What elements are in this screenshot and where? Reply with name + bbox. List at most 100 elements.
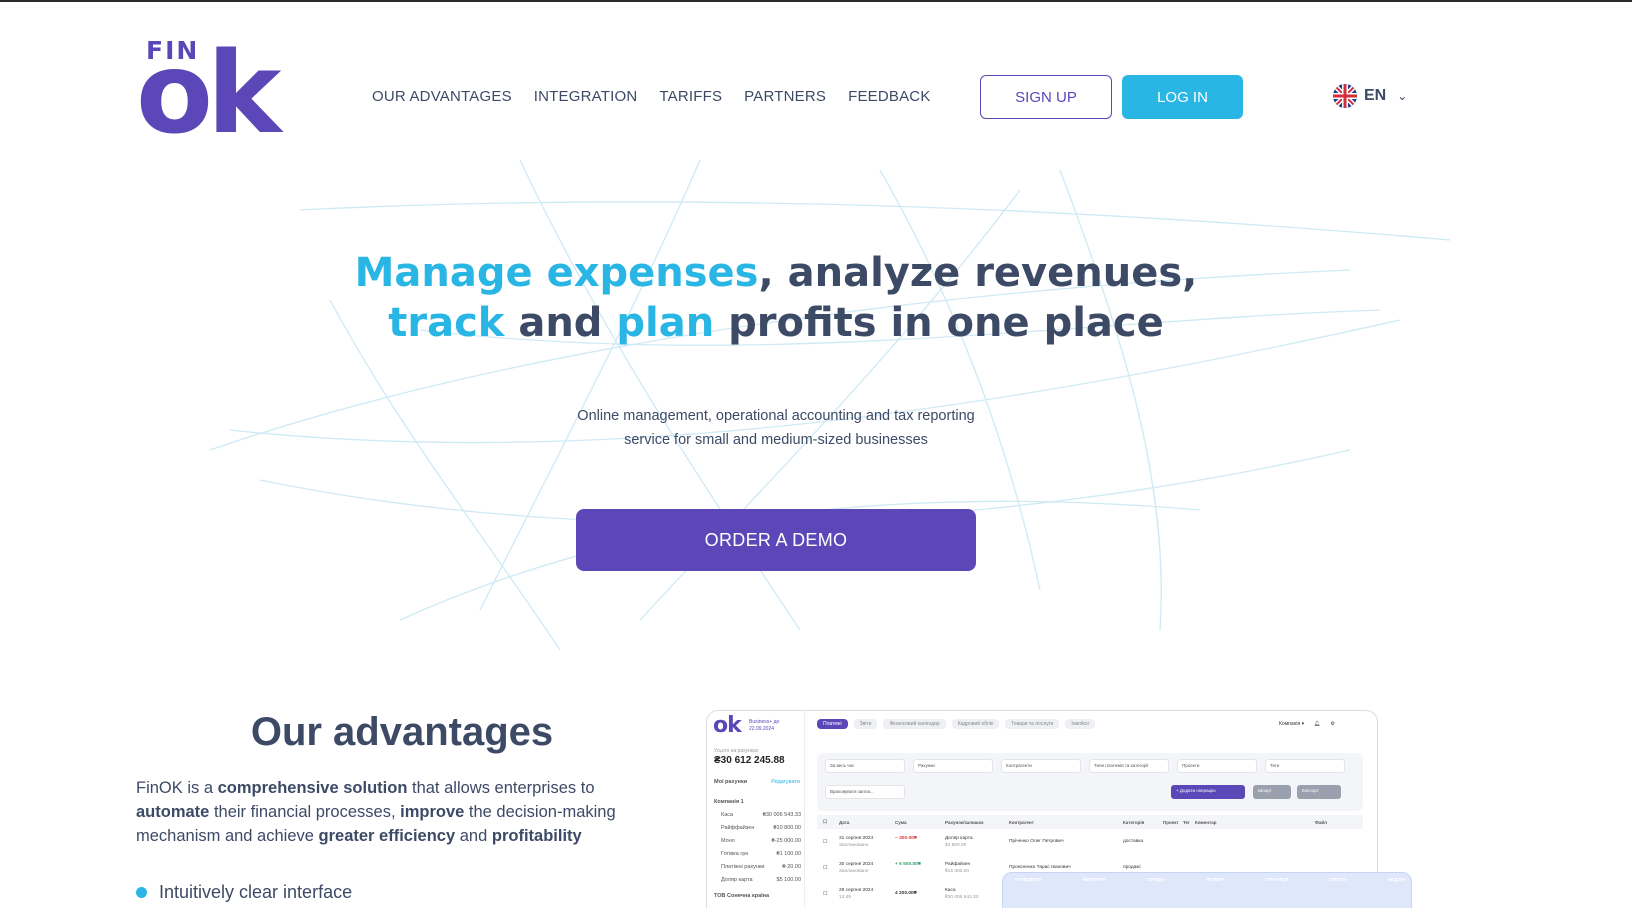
app-balance: ₴30 612 245.88	[714, 755, 785, 766]
language-selector[interactable]: EN ⌄	[1333, 84, 1407, 108]
nav-our-advantages[interactable]: OUR ADVANTAGES	[372, 88, 512, 105]
row-account-balance: $4 800.00	[945, 843, 967, 848]
gear-icon: ⚙	[1330, 721, 1335, 727]
row-status: Заплановано	[839, 843, 869, 848]
hero-title: Manage expenses, analyze revenues, track…	[300, 248, 1252, 348]
row-status: 12:48	[839, 895, 852, 900]
chevron-down-icon: ⌄	[1397, 89, 1408, 103]
bullet-dot-icon	[136, 887, 147, 898]
nav-integration[interactable]: INTEGRATION	[534, 88, 638, 105]
app-filter: Проекти	[1177, 759, 1257, 773]
top-border	[0, 0, 1632, 2]
sign-up-button[interactable]: SIGN UP	[980, 75, 1112, 119]
hero-subtitle: Online management, operational accountin…	[540, 404, 1012, 452]
uk-flag-icon	[1333, 84, 1357, 108]
nav-tariffs[interactable]: TARIFFS	[659, 88, 722, 105]
app-import-button: Імпорт	[1253, 785, 1291, 799]
app-tab: Кадровий облік	[951, 719, 1000, 729]
desc-part: FinOK is a	[136, 779, 218, 797]
calendar-day: ВІВТОРОК	[1082, 877, 1106, 882]
app-filter: За весь час	[825, 759, 905, 773]
app-account-row: Платіжні рахунки ₴-20.00	[721, 864, 801, 870]
desc-part: improve	[400, 803, 465, 821]
hero-title-part: profits in one place	[714, 300, 1164, 346]
calendar-day: СУБОТА	[1328, 877, 1348, 882]
desc-part: profitability	[491, 827, 582, 845]
row-sum: − 300.00₴	[895, 836, 918, 841]
advantage-bullet: Intuitively clear interface	[136, 882, 352, 903]
hero-title-part: track	[388, 300, 505, 346]
app-tab: Звіти	[853, 719, 878, 729]
main-nav: OUR ADVANTAGES INTEGRATION TARIFFS PARTN…	[372, 88, 931, 105]
app-company-select: Компанія ▾	[1279, 721, 1305, 727]
app-filter: Рахунки	[913, 759, 993, 773]
app-table-header: ☐ Дата Сума Рахунок/залишок Контрагент К…	[817, 815, 1363, 829]
app-col-header: Рахунок/залишок	[945, 819, 984, 825]
app-tab: Інвойси	[1065, 719, 1095, 729]
row-sum: + 5 500.00₴	[895, 862, 922, 867]
app-filter: Контрагенти	[1001, 759, 1081, 773]
nav-feedback[interactable]: FEEDBACK	[848, 88, 930, 105]
language-code: EN	[1364, 87, 1387, 104]
checkbox-icon: ☐	[823, 866, 828, 871]
row-category: доставка	[1123, 839, 1144, 844]
calendar-day: НЕДІЛЯ	[1387, 877, 1405, 882]
app-account-row: Готівка грн ₴1 100.00	[721, 851, 801, 857]
checkbox-icon: ☐	[823, 840, 828, 845]
app-tab: Фінансовий календар	[883, 719, 946, 729]
app-calendar-preview: ПОНЕДІЛОК ВІВТОРОК СЕРЕДА ЧЕТВЕР П'ЯТНИЦ…	[1002, 872, 1412, 908]
desc-part: that allows enterprises to	[407, 779, 595, 797]
desc-part: automate	[136, 803, 210, 821]
log-in-button[interactable]: LOG IN	[1122, 75, 1243, 119]
app-company: Компанія 1	[714, 799, 744, 805]
calendar-day: СЕРЕДА	[1146, 877, 1165, 882]
advantages-description: FinOK is a comprehensive solution that a…	[136, 776, 646, 848]
app-col-header: Файл	[1315, 819, 1327, 825]
row-account-balance: ₴15 300.00	[945, 869, 970, 874]
app-account-row: Райффайзен ₴10 800.00	[721, 825, 801, 831]
row-date: 30 серпня 2024	[839, 862, 874, 867]
calendar-day: ЧЕТВЕР	[1205, 877, 1224, 882]
app-table-row: ☐ 31 серпня 2024 Заплановано − 300.00₴ Д…	[817, 833, 1363, 859]
row-date: 31 серпня 2024	[839, 836, 874, 841]
calendar-days-header: ПОНЕДІЛОК ВІВТОРОК СЕРЕДА ЧЕТВЕР П'ЯТНИЦ…	[1015, 877, 1405, 882]
app-col-header: Проект	[1163, 819, 1179, 825]
app-col-header: Дата	[839, 819, 850, 825]
app-company-2: ТОВ Сонячна країна	[714, 893, 770, 899]
row-account: Доляр карта	[945, 836, 973, 841]
app-col-header: Тег	[1183, 819, 1190, 825]
row-sum: 4 200.00₴	[895, 891, 917, 896]
order-demo-button[interactable]: ORDER A DEMO	[576, 509, 976, 571]
app-col-header: Категорія	[1123, 819, 1145, 825]
app-tabs: Платежі Звіти Фінансовий календар Кадров…	[817, 719, 1095, 729]
app-col-header: Коментар	[1195, 819, 1217, 825]
calendar-day: ПОНЕДІЛОК	[1015, 877, 1042, 882]
app-add-operation-button: + Додати операцію	[1171, 785, 1245, 799]
finok-logo[interactable]: ok FIN	[136, 34, 286, 150]
advantage-bullet-text: Intuitively clear interface	[159, 882, 353, 902]
hero-subtitle-line: Online management, operational accountin…	[577, 408, 975, 424]
hero-title-part: , analyze revenues,	[758, 250, 1198, 296]
row-status: Заплановано	[839, 869, 869, 874]
desc-part: and	[455, 827, 492, 845]
nav-partners[interactable]: PARTNERS	[744, 88, 826, 105]
row-account: Райфайзен	[945, 862, 971, 867]
app-accounts-title: Мої рахунки	[714, 779, 748, 785]
checkbox-icon: ☐	[823, 892, 828, 897]
app-tab: Товари та послуги	[1005, 719, 1060, 729]
app-account-row: Моно ₴-25 000.00	[721, 838, 801, 844]
app-accounts-list: Каса ₴30 006 543.33 Райффайзен ₴10 800.00 …	[721, 812, 801, 890]
row-counterparty: Прокопенко Тарас Іванович	[1009, 865, 1071, 870]
hero-title-part: Manage expenses	[354, 250, 759, 296]
row-date: 29 серпня 2024	[839, 888, 874, 893]
app-sidebar: ok Business+ до 22.09.2024 Усього на рах…	[707, 711, 805, 908]
checkbox-icon: ☐	[823, 819, 828, 824]
app-balance-label: Усього на рахунках	[714, 748, 759, 754]
hero-subtitle-line: service for small and medium-sized busin…	[624, 432, 928, 448]
hero-title-part: and	[504, 300, 617, 346]
row-counterparty: Пріченко Олег Петрович	[1009, 839, 1064, 844]
row-category: продажі	[1123, 865, 1141, 870]
app-filter: Типи платежів та категорії	[1089, 759, 1169, 773]
app-account-row: Доляр карта $5 100.00	[721, 877, 801, 883]
app-tab: Платежі	[817, 719, 848, 729]
